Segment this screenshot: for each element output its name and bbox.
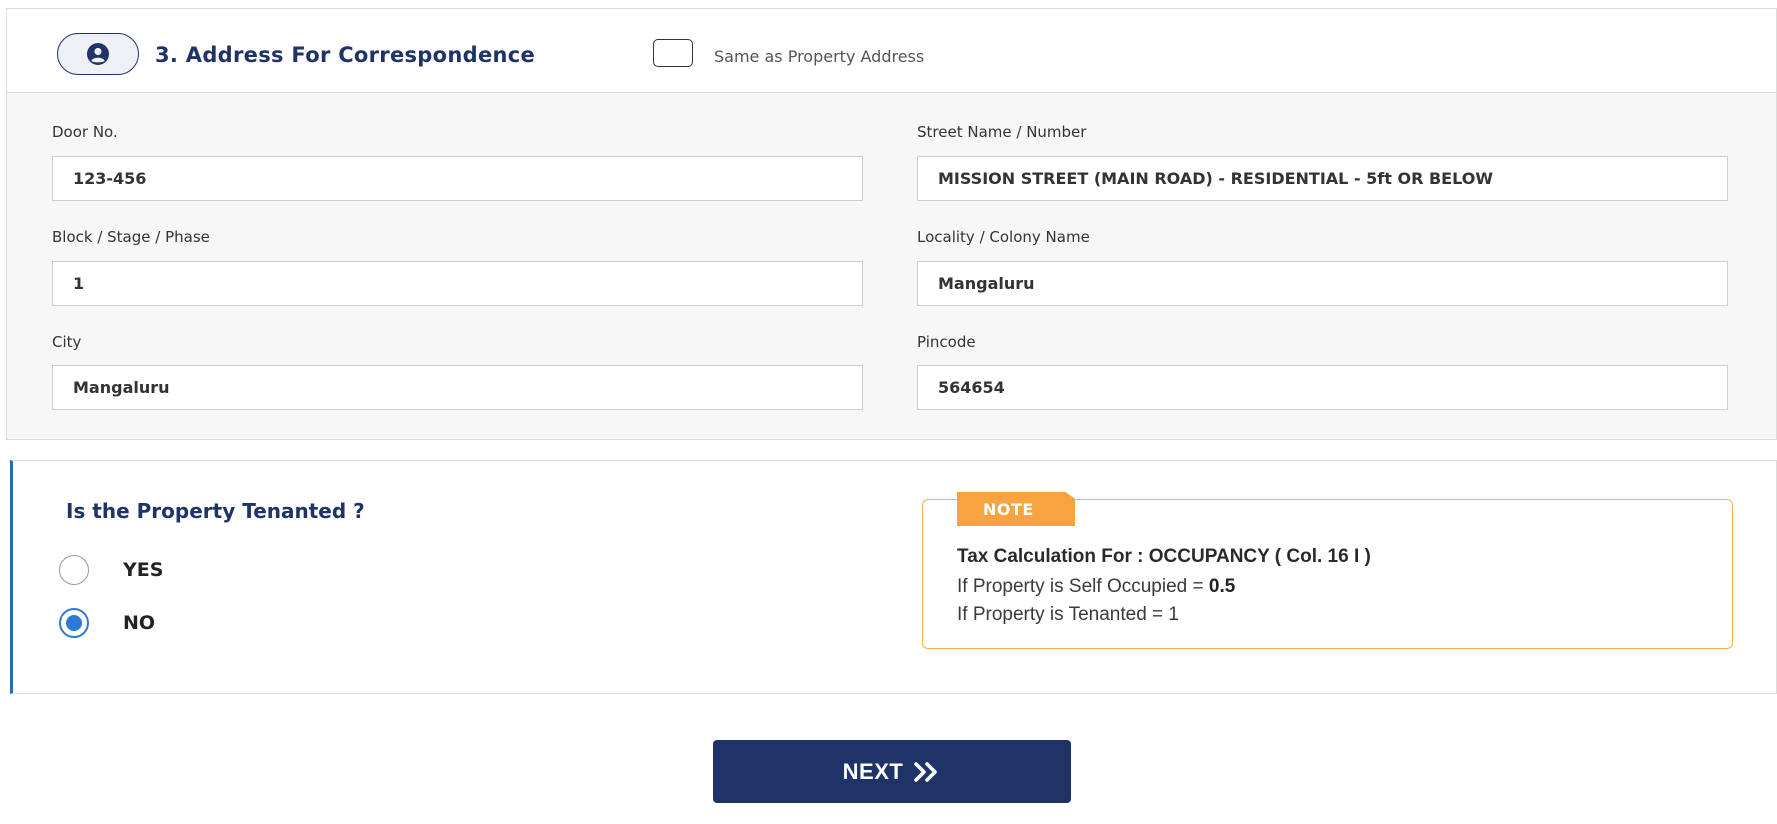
- locality-label: Locality / Colony Name: [917, 228, 1090, 246]
- note-self-occupied-value: 0.5: [1208, 576, 1236, 597]
- city-input[interactable]: Mangaluru: [52, 365, 863, 410]
- radio-no-label[interactable]: NO: [123, 612, 155, 634]
- section-title: 3. Address For Correspondence: [155, 43, 536, 67]
- note-tenanted: If Property is Tenanted = 1: [957, 604, 1179, 625]
- note-self-occupied-text: If Property is Self Occupied =: [957, 576, 1209, 597]
- radio-no[interactable]: [59, 608, 89, 638]
- note-self-occupied: If Property is Self Occupied = 0.5: [957, 576, 1235, 598]
- door-no-label: Door No.: [52, 123, 118, 141]
- next-button[interactable]: NEXT: [713, 740, 1071, 803]
- section-icon-badge: [57, 33, 139, 75]
- pincode-label: Pincode: [917, 333, 976, 351]
- street-input[interactable]: MISSION STREET (MAIN ROAD) - RESIDENTIAL…: [917, 156, 1728, 201]
- tenanted-card: Is the Property Tenanted ? YES NO NOTE T…: [10, 460, 1777, 694]
- radio-yes-label[interactable]: YES: [123, 559, 163, 581]
- user-circle-icon: [87, 43, 109, 65]
- tenanted-question: Is the Property Tenanted ?: [66, 499, 365, 523]
- correspondence-address-card: 3. Address For Correspondence Same as Pr…: [6, 8, 1777, 440]
- same-as-property-label[interactable]: Same as Property Address: [714, 47, 924, 66]
- street-label: Street Name / Number: [917, 123, 1087, 141]
- locality-input[interactable]: Mangaluru: [917, 261, 1728, 306]
- door-no-input[interactable]: 123-456: [52, 156, 863, 201]
- city-label: City: [52, 333, 82, 351]
- note-heading: Tax Calculation For : OCCUPANCY ( Col. 1…: [957, 546, 1371, 567]
- pincode-input[interactable]: 564654: [917, 365, 1728, 410]
- same-as-property-checkbox[interactable]: [653, 39, 693, 67]
- radio-yes[interactable]: [59, 555, 89, 585]
- block-label: Block / Stage / Phase: [52, 228, 210, 246]
- double-chevron-right-icon: [914, 761, 938, 782]
- note-box: NOTE Tax Calculation For : OCCUPANCY ( C…: [922, 492, 1733, 649]
- note-tag: NOTE: [957, 492, 1075, 526]
- next-button-label: NEXT: [842, 758, 904, 784]
- section-header: 3. Address For Correspondence Same as Pr…: [7, 9, 1776, 93]
- block-input[interactable]: 1: [52, 261, 863, 306]
